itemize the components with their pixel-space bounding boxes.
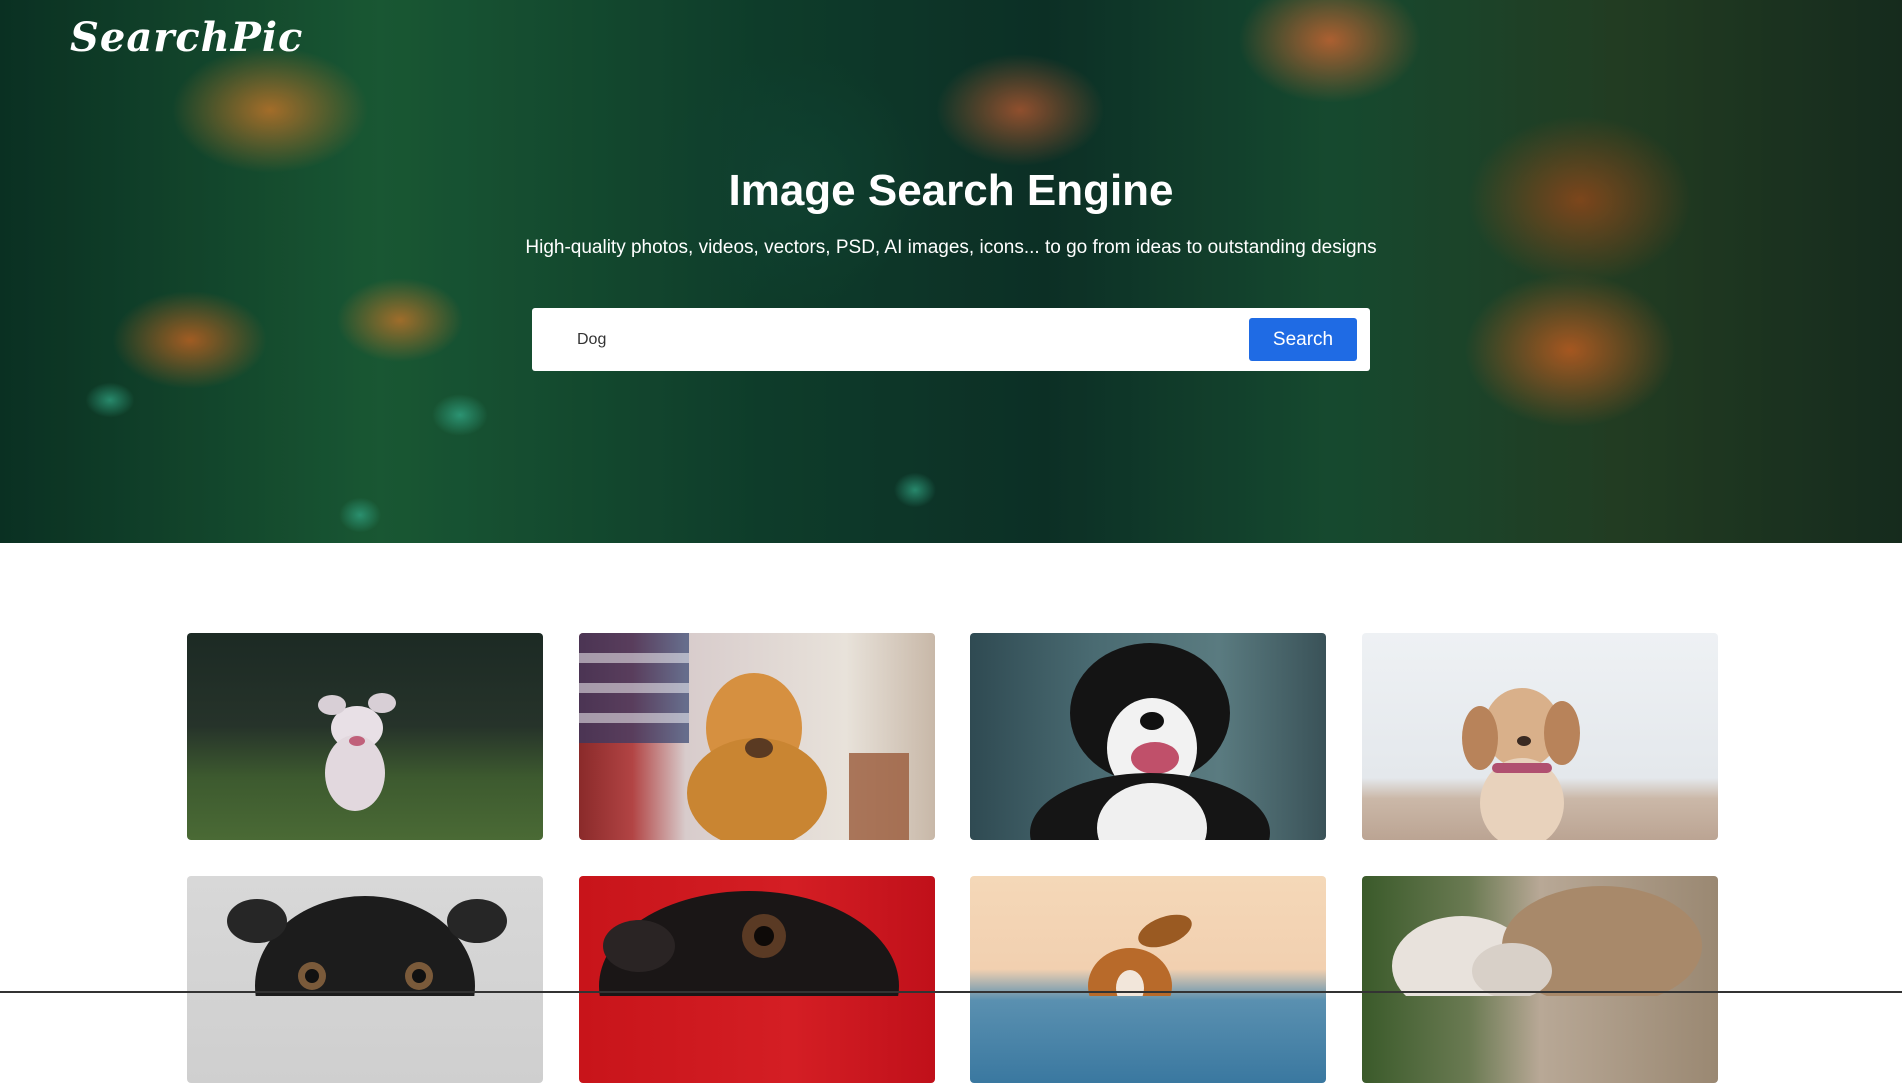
hero-subtitle: High-quality photos, videos, vectors, PS… [525, 237, 1377, 258]
search-input[interactable] [532, 308, 1232, 371]
dog-photo [1088, 914, 1192, 1024]
image-card-cats[interactable] [1362, 876, 1718, 1083]
dog-photo [318, 693, 396, 811]
dog-photo [599, 891, 899, 1081]
dog-photo [1030, 643, 1270, 840]
hero-title: Image Search Engine [728, 166, 1174, 215]
image-card-black-pug[interactable] [187, 876, 543, 1083]
image-card-puppy-running[interactable] [187, 633, 543, 840]
image-gallery [0, 543, 1902, 1083]
dog-photo [227, 896, 507, 1076]
search-button[interactable]: Search [1249, 318, 1357, 361]
hero-banner: SearchPic Image Search Engine High-quali… [0, 0, 1902, 543]
image-card-spaniel-beach[interactable] [1362, 633, 1718, 840]
cat-photo [1392, 886, 1702, 1016]
image-card-border-collie[interactable] [970, 633, 1326, 840]
dog-photo [579, 633, 909, 840]
image-card-golden-retriever[interactable] [579, 633, 935, 840]
logo[interactable]: SearchPic [70, 14, 303, 61]
search-bar: Search [532, 308, 1370, 371]
dog-photo [1462, 688, 1580, 840]
image-card-pug-red[interactable] [579, 876, 935, 1083]
image-card-dog-sea[interactable] [970, 876, 1326, 1083]
